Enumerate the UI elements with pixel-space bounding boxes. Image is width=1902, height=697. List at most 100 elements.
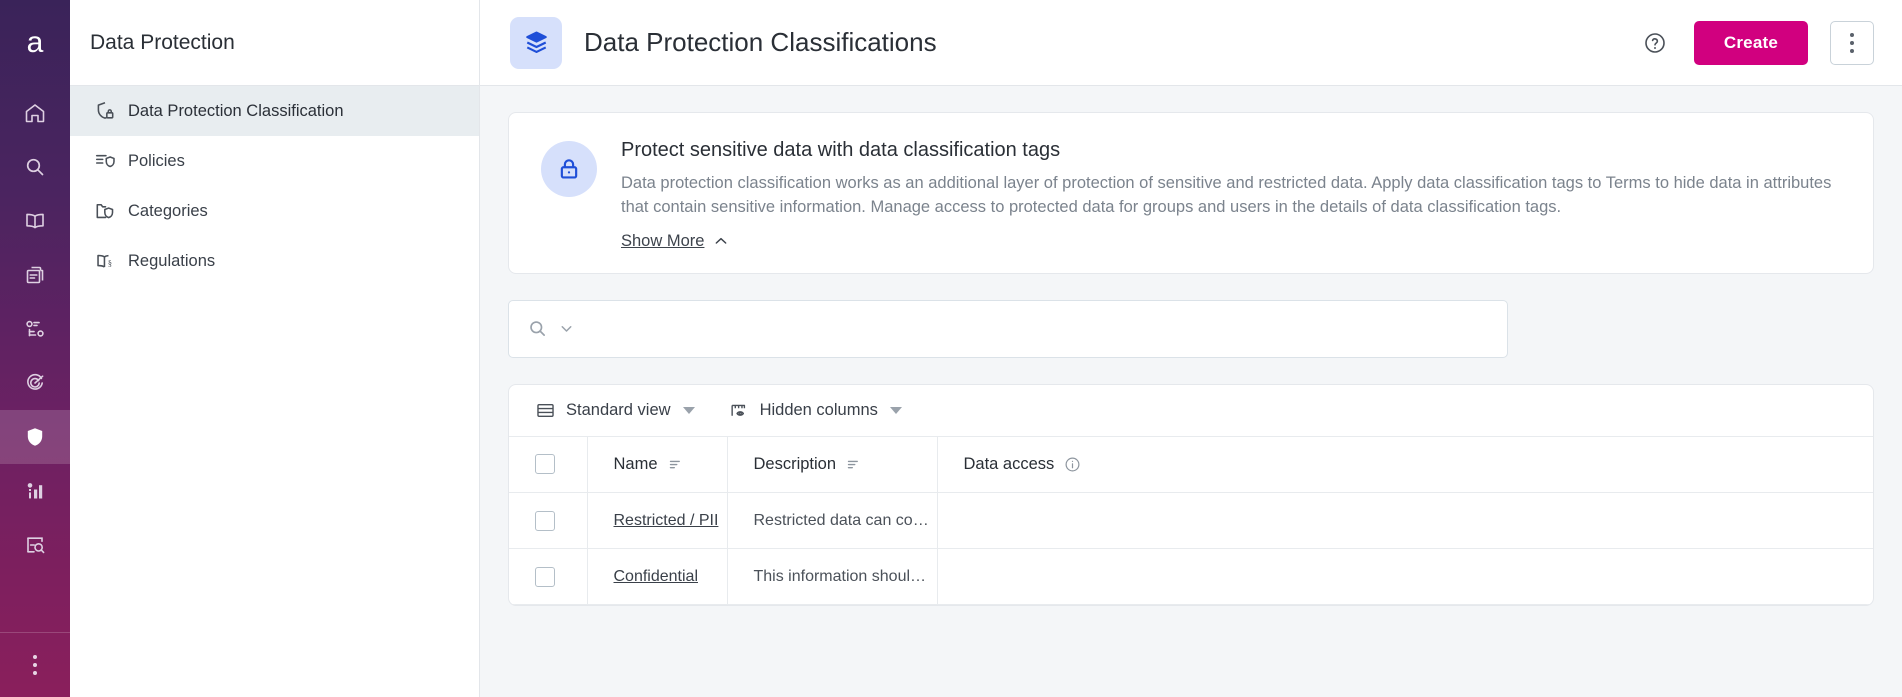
sidebar-item-label: Policies (128, 152, 185, 171)
icon-rail: a (0, 0, 70, 697)
shield-icon (23, 425, 47, 449)
rail-item-glossary[interactable] (0, 194, 70, 248)
info-banner-text: Data protection classification works as … (621, 171, 1843, 220)
classifications-table: Name (509, 437, 1873, 606)
standard-view-dropdown[interactable]: Standard view (535, 400, 695, 421)
page-header: Data Protection Classifications Create (480, 0, 1902, 86)
table-body: Restricted / PII Restricted data can co… (509, 493, 1873, 605)
row-data-access-cell (937, 493, 1873, 549)
col-name[interactable]: Name (587, 437, 727, 493)
sidebar-item-policies[interactable]: Policies (70, 136, 479, 186)
rail-item-list (0, 86, 70, 572)
create-button[interactable]: Create (1694, 21, 1808, 65)
row-name-cell: Restricted / PII (587, 493, 727, 549)
hidden-columns-label: Hidden columns (760, 401, 878, 420)
row-checkbox[interactable] (535, 567, 555, 587)
table-row[interactable]: Restricted / PII Restricted data can co… (509, 493, 1873, 549)
page-content: Protect sensitive data with data classif… (480, 86, 1902, 697)
hidden-columns-icon (729, 400, 750, 421)
select-all-checkbox[interactable] (535, 454, 555, 474)
sort-icon[interactable] (846, 457, 861, 472)
row-description-cell: This information shoul… (727, 549, 937, 605)
search-icon (23, 155, 47, 179)
page-more-menu-button[interactable] (1830, 21, 1874, 65)
help-circle-icon (1643, 31, 1667, 55)
search-icon (527, 318, 548, 339)
show-more-label: Show More (621, 232, 704, 251)
table-toolbar: Standard view (509, 385, 1873, 437)
chevron-down-icon[interactable] (558, 320, 575, 337)
col-select-all (509, 437, 587, 493)
table-header-row: Name (509, 437, 1873, 493)
chevron-up-icon (713, 233, 729, 249)
chevron-down-icon (890, 407, 902, 414)
row-description-text: Restricted data can co… (754, 512, 929, 529)
info-icon[interactable] (1064, 456, 1081, 473)
hidden-columns-dropdown[interactable]: Hidden columns (729, 400, 902, 421)
row-data-access-cell (937, 549, 1873, 605)
rail-item-data-protection[interactable] (0, 410, 70, 464)
secondary-sidebar: Data Protection Data Protection Classifi… (70, 0, 480, 697)
main-area: Data Protection Classifications Create (480, 0, 1902, 697)
table-row[interactable]: Confidential This information shoul… (509, 549, 1873, 605)
sort-icon[interactable] (668, 457, 683, 472)
col-description-label: Description (754, 455, 837, 474)
info-banner-title: Protect sensitive data with data classif… (621, 139, 1843, 162)
chart-icon (23, 479, 47, 503)
book-icon (23, 209, 47, 233)
rail-item-home[interactable] (0, 86, 70, 140)
target-icon (23, 371, 47, 395)
rail-item-reports[interactable] (0, 464, 70, 518)
sidebar-item-data-protection-classification[interactable]: Data Protection Classification (70, 86, 479, 136)
more-vertical-icon (33, 655, 37, 675)
sidebar-nav: Data Protection Classification Policies (70, 86, 479, 286)
sidebar-item-label: Data Protection Classification (128, 102, 344, 121)
home-icon (23, 101, 47, 125)
info-banner-body: Protect sensitive data with data classif… (621, 139, 1843, 251)
app-logo[interactable]: a (0, 0, 70, 86)
rail-item-discovery[interactable] (0, 518, 70, 572)
col-data-access-label: Data access (964, 455, 1055, 474)
documents-icon (23, 263, 47, 287)
list-shield-icon (94, 150, 116, 172)
row-select-cell (509, 549, 587, 605)
rail-item-data-model[interactable] (0, 302, 70, 356)
layers-icon (510, 17, 562, 69)
help-button[interactable] (1638, 26, 1672, 60)
search-input[interactable] (585, 320, 1489, 338)
app-root: a (0, 0, 1902, 697)
row-name-cell: Confidential (587, 549, 727, 605)
show-more-toggle[interactable]: Show More (621, 232, 729, 251)
sidebar-item-label: Regulations (128, 252, 215, 271)
rail-more-menu[interactable] (0, 632, 70, 697)
chevron-down-icon (683, 407, 695, 414)
lock-icon (541, 141, 597, 197)
sidebar-item-categories[interactable]: Categories (70, 186, 479, 236)
table-header: Name (509, 437, 1873, 493)
search-bar[interactable] (508, 300, 1508, 358)
standard-view-label: Standard view (566, 401, 671, 420)
sidebar-item-regulations[interactable]: § Regulations (70, 236, 479, 286)
table-card: Standard view (508, 384, 1874, 607)
folder-shield-icon (94, 200, 116, 222)
row-checkbox[interactable] (535, 511, 555, 531)
row-description-text: This information shoul… (754, 568, 927, 585)
rows-icon (535, 400, 556, 421)
page-title: Data Protection Classifications (584, 27, 1616, 58)
rail-item-quality[interactable] (0, 356, 70, 410)
sidebar-title: Data Protection (90, 31, 235, 55)
row-select-cell (509, 493, 587, 549)
search-text-icon (23, 533, 47, 557)
book-section-icon: § (94, 250, 116, 272)
rail-item-documents[interactable] (0, 248, 70, 302)
sidebar-item-label: Categories (128, 202, 208, 221)
col-data-access: Data access (937, 437, 1873, 493)
row-name-link[interactable]: Confidential (614, 568, 699, 585)
col-description[interactable]: Description (727, 437, 937, 493)
row-name-link[interactable]: Restricted / PII (614, 512, 719, 529)
sidebar-header: Data Protection (70, 0, 479, 86)
rail-item-search[interactable] (0, 140, 70, 194)
shield-lock-icon (94, 100, 116, 122)
svg-text:§: § (108, 259, 112, 268)
row-description-cell: Restricted data can co… (727, 493, 937, 549)
